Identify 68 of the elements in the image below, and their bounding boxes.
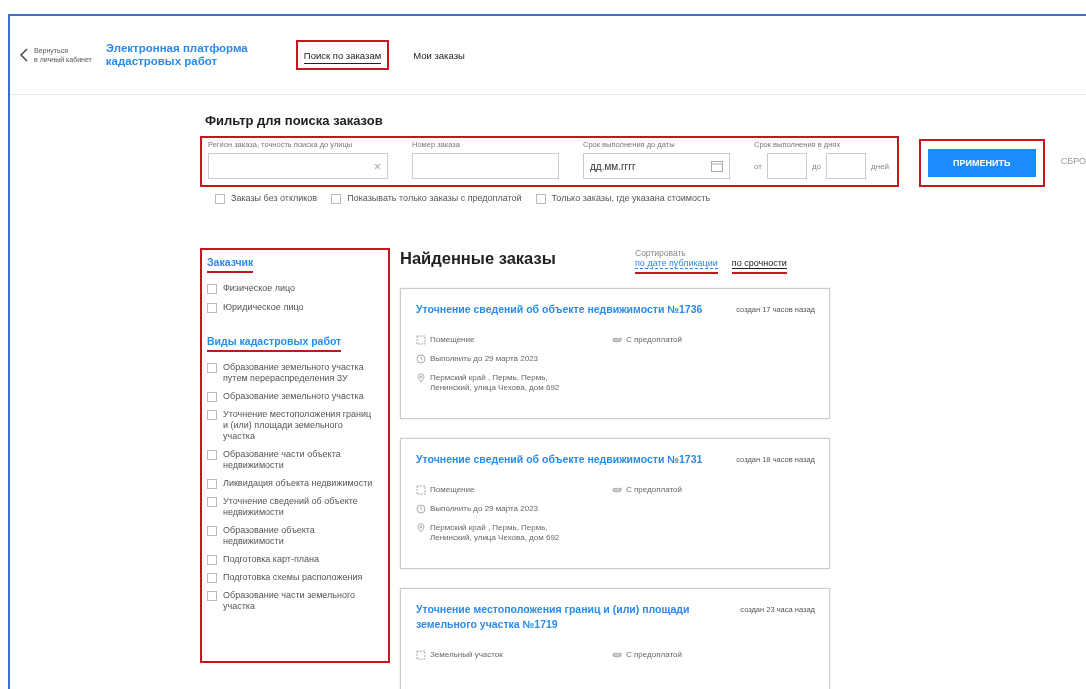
sort-label: Сортировать — [635, 248, 687, 258]
input-field[interactable] — [826, 153, 867, 179]
results-title: Найденные заказы — [400, 249, 557, 268]
checkbox[interactable] — [207, 479, 217, 489]
checkbox-option[interactable]: Образование земельного участка путем перераспределения ЗУ — [207, 362, 382, 384]
checkbox[interactable] — [207, 526, 217, 536]
filter-title: Фильтр для поиска заказов — [205, 113, 384, 128]
checkbox[interactable] — [207, 363, 217, 373]
order-title[interactable]: Уточнение местоположения границ и (или) площади земельного участка №1719 — [416, 602, 734, 632]
section-heading[interactable]: Виды кадастровых работ — [207, 335, 342, 352]
location-pin-icon — [416, 523, 426, 533]
checkbox-option[interactable]: Образование части объекта недвижимости — [207, 449, 382, 471]
sort-option[interactable]: по срочности — [731, 258, 787, 274]
checkbox[interactable] — [207, 573, 217, 583]
checkbox[interactable] — [535, 194, 546, 204]
chevron-left-icon — [20, 48, 28, 62]
clock-icon — [416, 504, 426, 514]
input-field[interactable] — [766, 153, 807, 179]
address: Пермский край , Пермь, Пермь, Ленинский, улица Чехова, дом 692 — [430, 523, 560, 543]
checkbox[interactable] — [207, 450, 217, 460]
section-heading[interactable]: Заказчик — [207, 256, 254, 273]
checkbox-option[interactable]: Уточнение сведений об объекте недвижимости — [207, 496, 382, 518]
payment-terms: С предоплатой — [626, 485, 682, 495]
from-label: от — [754, 161, 762, 171]
order-title[interactable]: Уточнение сведений об объекте недвижимости №1731 — [416, 452, 703, 467]
checkbox-option[interactable]: Образование части земельного участка — [207, 590, 382, 612]
checkbox[interactable] — [207, 591, 217, 601]
sort-option[interactable]: по дате публикации — [635, 258, 718, 274]
checkbox-option[interactable]: Образование земельного участка — [207, 391, 382, 402]
clock-icon — [416, 354, 426, 364]
input-field[interactable] — [412, 153, 559, 179]
checkbox-option[interactable]: Юридическое лицо — [207, 302, 382, 313]
checkbox-option[interactable]: Уточнение местоположения границ и (или) площади земельного участка — [207, 409, 382, 442]
property-type: Помещение — [430, 335, 475, 345]
checkbox-option[interactable]: Ликвидация объекта недвижимости — [207, 478, 382, 489]
to-label: до — [811, 161, 822, 171]
property-type: Земельный участок — [430, 650, 503, 660]
nav-tab[interactable]: Мои заказы — [405, 40, 473, 70]
checkbox[interactable] — [207, 303, 217, 313]
order-title[interactable]: Уточнение сведений об объекте недвижимости №1736 — [416, 302, 703, 317]
checkbox[interactable] — [207, 410, 217, 420]
input-field[interactable] — [208, 153, 388, 179]
address: Пермский край , Пермь, Пермь, Ленинский, улица Чехова, дом 692 — [430, 373, 560, 393]
checkbox-option[interactable]: Подготовка схемы расположения — [207, 572, 382, 583]
checkbox-option[interactable]: Образование объекта недвижимости — [207, 525, 382, 547]
checkbox[interactable] — [215, 194, 225, 204]
deadline: Выполнить до 29 марта 2023 — [430, 354, 539, 364]
checkbox[interactable] — [207, 555, 217, 565]
nav-tab[interactable]: Поиск по заказам — [295, 40, 390, 70]
checkbox[interactable] — [331, 194, 342, 204]
payment-terms: С предоплатой — [626, 650, 682, 660]
deadline: Выполнить до 29 марта 2023 — [430, 504, 539, 514]
checkbox-option[interactable]: Физическое лицо — [207, 283, 382, 294]
clear-icon[interactable] — [374, 162, 381, 170]
calendar-icon[interactable] — [711, 160, 723, 172]
platform-title: Электронная платформа кадастровых работ — [105, 42, 249, 68]
payment-terms: С предоплатой — [626, 335, 682, 345]
property-type: Помещение — [430, 485, 475, 495]
checkbox[interactable] — [207, 284, 217, 294]
checkbox[interactable] — [207, 497, 217, 507]
checkbox[interactable] — [207, 392, 217, 402]
unit-label: дней — [871, 161, 890, 171]
location-pin-icon — [416, 373, 426, 383]
checkbox-option[interactable]: Подготовка карт-плана — [207, 554, 382, 565]
checkbox-option[interactable]: Заказы без откликов — [215, 193, 318, 204]
checkbox-option[interactable]: Только заказы, где указана стоимость — [535, 193, 711, 204]
date-field[interactable]: дд.мм.гггг — [583, 153, 730, 179]
checkbox-option[interactable]: Показывать только заказы с предоплатой — [331, 193, 522, 204]
